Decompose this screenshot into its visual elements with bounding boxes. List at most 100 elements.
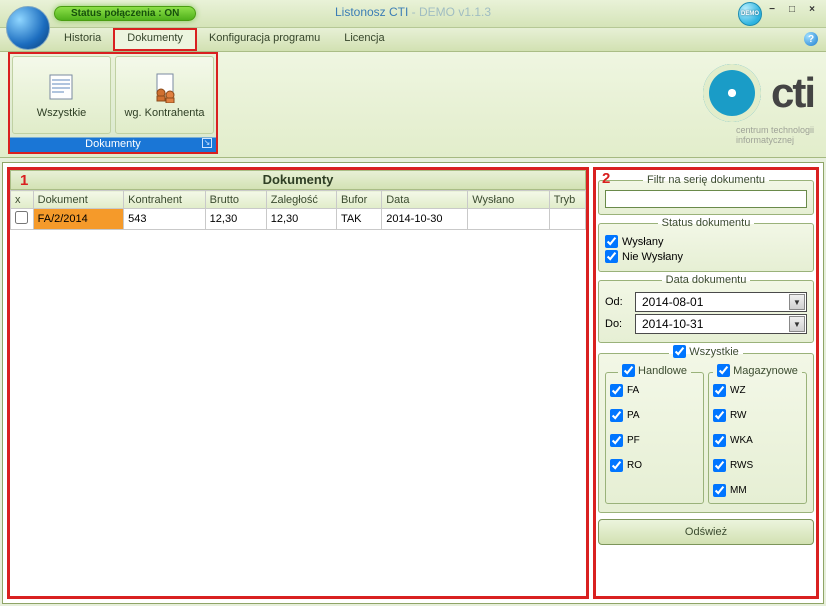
- chk-wz[interactable]: [713, 384, 726, 397]
- minimize-button[interactable]: −: [764, 2, 780, 16]
- menu-dokumenty[interactable]: Dokumenty: [113, 28, 197, 51]
- cell-data: 2014-10-30: [382, 209, 468, 230]
- documents-by-contractor-icon: [149, 71, 181, 103]
- chk-rw[interactable]: [713, 409, 726, 422]
- date-from-label: Od:: [605, 296, 629, 308]
- date-to-dropdown-icon[interactable]: ▼: [789, 316, 805, 332]
- chk-wyslany[interactable]: [605, 235, 618, 248]
- date-to-input[interactable]: 2014-10-31 ▼: [635, 314, 807, 334]
- ribbon-group-title: Dokumenty ↘: [10, 136, 216, 154]
- chk-rw-label: RW: [730, 410, 746, 421]
- menu-historia[interactable]: Historia: [52, 28, 113, 51]
- types-all-legend: Wszystkie: [669, 345, 743, 361]
- table-row[interactable]: FA/2/2014 543 12,30 12,30 TAK 2014-10-30: [11, 209, 586, 230]
- col-data[interactable]: Data: [382, 191, 468, 209]
- brand-logo: cti: [703, 64, 814, 122]
- section-number-1: 1: [20, 172, 28, 189]
- series-filter-input[interactable]: [605, 190, 807, 208]
- chk-pf-label: PF: [627, 435, 640, 446]
- cell-zaleglosc: 12,30: [266, 209, 336, 230]
- cell-wyslano: [468, 209, 549, 230]
- date-from-input[interactable]: 2014-08-01 ▼: [635, 292, 807, 312]
- row-checkbox[interactable]: [15, 211, 28, 224]
- ribbon-btn-wszystkie-label: Wszystkie: [37, 107, 87, 119]
- workframe: 1 Dokumenty x Dokument Kontrahent Brutto…: [2, 162, 824, 604]
- documents-table: x Dokument Kontrahent Brutto Zaległość B…: [10, 190, 586, 230]
- maximize-button[interactable]: □: [784, 2, 800, 16]
- chk-nie-wyslany[interactable]: [605, 250, 618, 263]
- ribbon-group-dokumenty: Wszystkie wg. Kontrahenta Dokumenty ↘: [8, 52, 218, 154]
- cell-x[interactable]: [11, 209, 34, 230]
- panel-documents: 1 Dokumenty x Dokument Kontrahent Brutto…: [7, 167, 589, 599]
- col-dokument[interactable]: Dokument: [33, 191, 124, 209]
- menu-konfiguracja[interactable]: Konfiguracja programu: [197, 28, 332, 51]
- help-icon[interactable]: ?: [804, 32, 818, 46]
- documents-all-icon: [46, 71, 78, 103]
- titlebar: Status połączenia : ON Listonosz CTI - D…: [0, 0, 826, 28]
- ribbon-btn-wg-kontrahenta-label: wg. Kontrahenta: [124, 107, 204, 119]
- app-name: Listonosz CTI: [335, 5, 408, 19]
- chk-rws-label: RWS: [730, 460, 753, 471]
- chk-magazynowe[interactable]: [717, 364, 730, 377]
- cell-bufor: TAK: [336, 209, 381, 230]
- magazynowe-label: Magazynowe: [733, 365, 798, 377]
- section-number-2: 2: [602, 170, 610, 187]
- col-wyslano[interactable]: Wysłano: [468, 191, 549, 209]
- chk-ro[interactable]: [610, 459, 623, 472]
- date-to-value: 2014-10-31: [642, 317, 703, 331]
- chk-mm[interactable]: [713, 484, 726, 497]
- chk-pf[interactable]: [610, 434, 623, 447]
- col-brutto[interactable]: Brutto: [205, 191, 266, 209]
- date-from-dropdown-icon[interactable]: ▼: [789, 294, 805, 310]
- refresh-button[interactable]: Odśwież: [598, 519, 814, 545]
- series-filter-legend: Filtr na serię dokumentu: [643, 174, 769, 186]
- app-globe-icon: [6, 6, 50, 50]
- chk-handlowe[interactable]: [622, 364, 635, 377]
- col-zaleglosc[interactable]: Zaległość: [266, 191, 336, 209]
- handlowe-legend: Handlowe: [618, 364, 691, 380]
- brand-swirl-icon: [703, 64, 761, 122]
- chk-wyslany-label: Wysłany: [622, 236, 663, 248]
- grid-title: Dokumenty: [10, 170, 586, 190]
- ribbon-btn-wszystkie[interactable]: Wszystkie: [12, 56, 111, 134]
- fieldset-status: Status dokumentu Wysłany Nie Wysłany: [598, 217, 814, 272]
- chk-fa[interactable]: [610, 384, 623, 397]
- ribbon: Wszystkie wg. Kontrahenta Dokumenty ↘ ct…: [0, 52, 826, 158]
- close-button[interactable]: ×: [804, 2, 820, 16]
- menu-licencja[interactable]: Licencja: [332, 28, 396, 51]
- col-tryb[interactable]: Tryb: [549, 191, 585, 209]
- chk-pa-label: PA: [627, 410, 640, 421]
- chk-fa-label: FA: [627, 385, 639, 396]
- chk-wka[interactable]: [713, 434, 726, 447]
- table-header-row: x Dokument Kontrahent Brutto Zaległość B…: [11, 191, 586, 209]
- status-legend: Status dokumentu: [658, 217, 755, 229]
- workarea: 1 Dokumenty x Dokument Kontrahent Brutto…: [0, 160, 826, 606]
- window-controls: − □ ×: [764, 2, 820, 16]
- date-legend: Data dokumentu: [662, 274, 751, 286]
- col-kontrahent[interactable]: Kontrahent: [124, 191, 205, 209]
- demo-badge-icon: DEMO: [738, 2, 762, 26]
- date-to-label: Do:: [605, 318, 629, 330]
- fieldset-magazynowe: Magazynowe WZ RW WKA RWS MM: [708, 364, 807, 504]
- ribbon-btn-wg-kontrahenta[interactable]: wg. Kontrahenta: [115, 56, 214, 134]
- col-x[interactable]: x: [11, 191, 34, 209]
- chk-nie-wyslany-label: Nie Wysłany: [622, 251, 683, 263]
- chk-mm-label: MM: [730, 485, 747, 496]
- chk-pa[interactable]: [610, 409, 623, 422]
- brand-sub2: informatycznej: [736, 135, 794, 145]
- fieldset-handlowe: Handlowe FA PA PF RO: [605, 364, 704, 504]
- cell-kontrahent: 543: [124, 209, 205, 230]
- fieldset-types: Wszystkie Handlowe FA PA PF RO: [598, 345, 814, 513]
- ribbon-group-expand-icon[interactable]: ↘: [202, 138, 212, 148]
- chk-rws[interactable]: [713, 459, 726, 472]
- app-version: - DEMO v1.1.3: [408, 5, 491, 19]
- col-bufor[interactable]: Bufor: [336, 191, 381, 209]
- magazynowe-legend: Magazynowe: [713, 364, 802, 380]
- brand-sub1: centrum technologii: [736, 125, 814, 135]
- cell-tryb: [549, 209, 585, 230]
- chk-ro-label: RO: [627, 460, 642, 471]
- chk-all-types[interactable]: [673, 345, 686, 358]
- brand-text: cti: [771, 69, 814, 117]
- menubar: Historia Dokumenty Konfiguracja programu…: [0, 28, 826, 52]
- chk-wka-label: WKA: [730, 435, 753, 446]
